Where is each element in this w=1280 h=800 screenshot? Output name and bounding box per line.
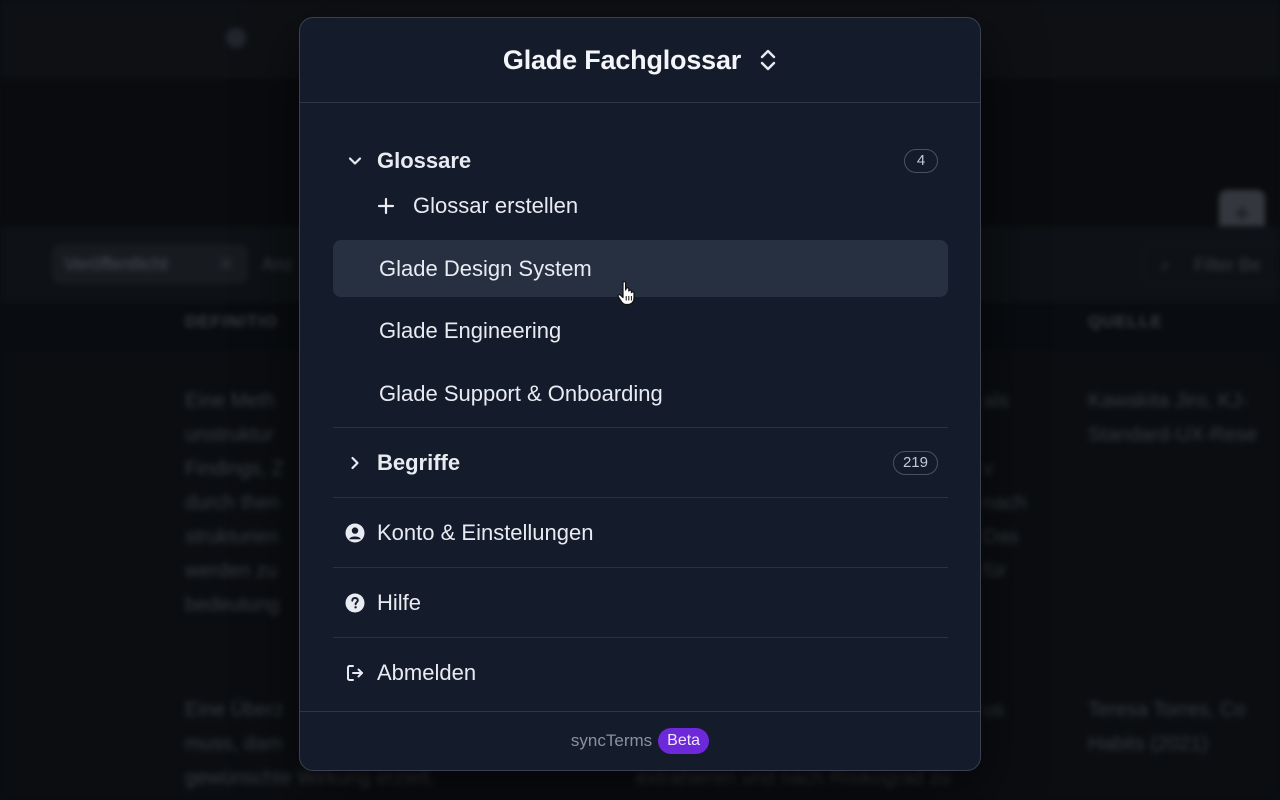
help-label: Hilfe [377,589,422,615]
create-glossary-button[interactable]: Glossar erstellen [333,177,948,234]
glossary-item-engineering[interactable]: Glade Engineering [333,302,948,359]
divider [333,427,948,428]
divider [333,567,948,568]
beta-badge: Beta [658,728,710,754]
account-settings-label: Konto & Einstellungen [377,519,594,545]
app-name: syncTerms [570,731,653,750]
glossary-item-label: Glade Design System [379,255,592,281]
panel-footer: syncTerms Beta [300,711,980,770]
logout-icon [333,663,377,683]
glossare-count-badge: 4 [904,148,938,173]
workspace-switcher-header[interactable]: Glade Fachglossar [300,18,980,103]
glossary-item-label: Glade Support & Onboarding [379,380,663,406]
account-settings-item[interactable]: Konto & Einstellungen [333,504,948,561]
section-begriffe-label: Begriffe [377,449,461,475]
plus-icon [377,197,411,215]
hand-pointer-icon [616,280,638,306]
chevron-right-icon [333,456,377,470]
begriffe-count-badge: 219 [892,450,938,475]
glossary-item-design-system[interactable]: Glade Design System [333,240,948,297]
workspace-switcher-panel: Glade Fachglossar Glossare 4 Glossar ers… [299,17,981,771]
chevron-down-icon [333,154,377,168]
glossary-item-label: Glade Engineering [379,317,562,343]
chevron-up-down-icon [759,47,777,73]
logout-label: Abmelden [377,659,477,685]
create-glossary-label: Glossar erstellen [413,192,579,218]
help-item[interactable]: Hilfe [333,574,948,631]
section-begriffe[interactable]: Begriffe 219 [333,434,948,491]
workspace-title: Glade Fachglossar [502,44,742,75]
section-glossare-label: Glossare [377,147,472,173]
divider [333,637,948,638]
question-circle-icon [333,593,377,613]
glossary-item-support-onboarding[interactable]: Glade Support & Onboarding [333,365,948,422]
user-circle-icon [333,523,377,543]
divider [333,497,948,498]
logout-item[interactable]: Abmelden [333,644,948,701]
